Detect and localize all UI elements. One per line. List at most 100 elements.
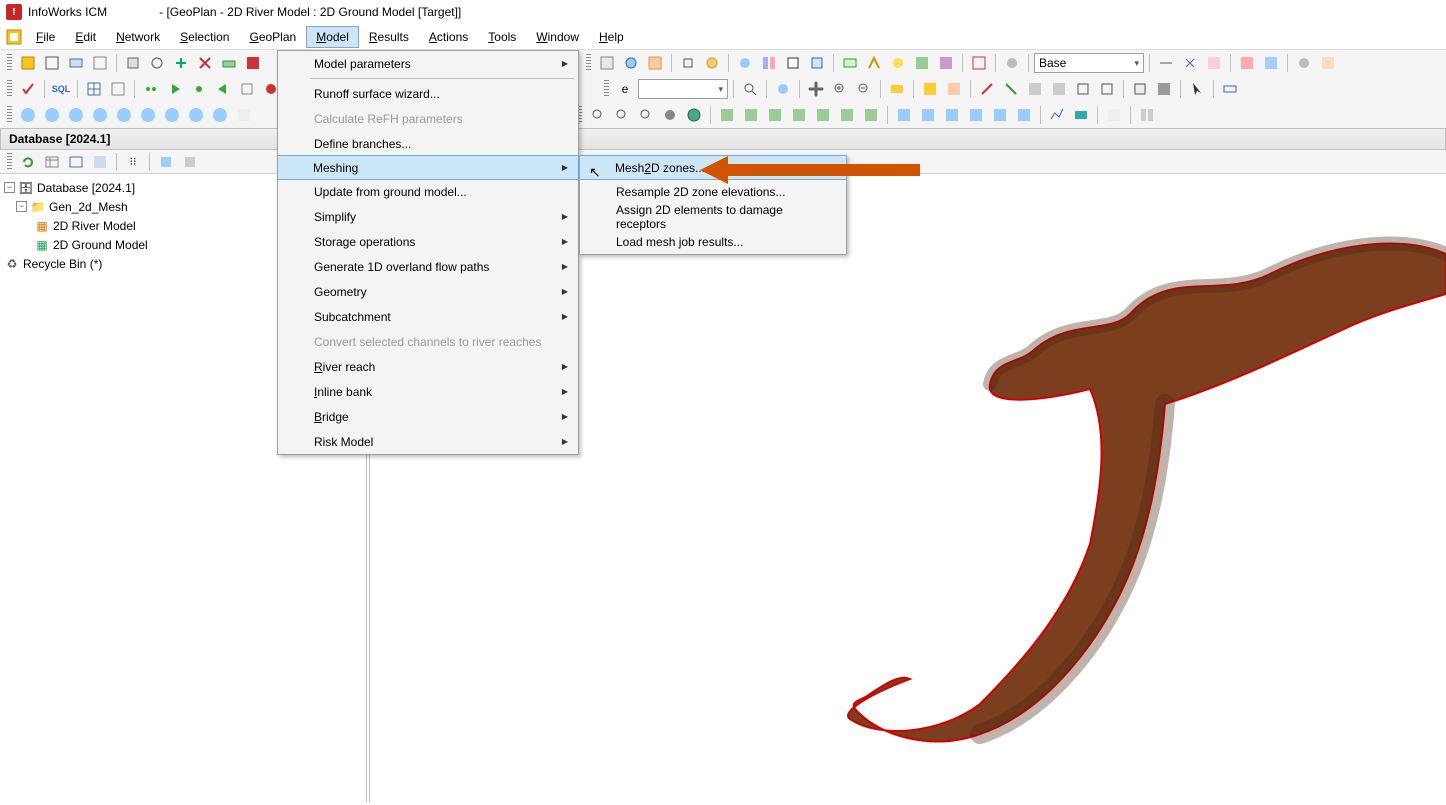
tb-icon[interactable] [611,104,633,126]
pan-icon[interactable] [805,78,827,100]
tb-icon[interactable] [1013,104,1035,126]
stop-icon[interactable] [137,104,159,126]
tb-icon[interactable] [1260,52,1282,74]
tb-icon[interactable] [1024,78,1046,100]
menu-model[interactable]: Model [306,26,359,48]
tb-icon[interactable] [1046,104,1068,126]
tb-icon[interactable] [1153,78,1175,100]
tb-icon[interactable] [644,52,666,74]
zoom-in-icon[interactable] [829,78,851,100]
refresh-icon[interactable] [17,151,39,173]
menu-overland[interactable]: Generate 1D overland flow paths [278,254,578,279]
menu-risk-model[interactable]: Risk Model [278,429,578,454]
play-icon[interactable] [89,104,111,126]
menu-meshing[interactable]: Meshing [277,155,579,180]
grid-icon[interactable] [83,78,105,100]
tb-icon[interactable] [107,78,129,100]
tb-icon[interactable]: e [614,78,636,100]
tb-icon[interactable] [155,151,177,173]
menu-network[interactable]: Network [106,26,170,48]
menu-geometry[interactable]: Geometry [278,279,578,304]
tb-icon[interactable] [965,104,987,126]
menu-bridge[interactable]: Bridge [278,404,578,429]
tb-icon[interactable] [989,104,1011,126]
menu-load-mesh-job[interactable]: Load mesh job results... [580,229,846,254]
menu-assign-2d[interactable]: Assign 2D elements to damage receptors [580,204,846,229]
tb-icon[interactable] [1072,78,1094,100]
menu-window[interactable]: Window [526,26,589,48]
play-fwd-icon[interactable] [185,104,207,126]
tb-icon[interactable] [860,104,882,126]
tb-icon[interactable] [65,151,87,173]
rec-icon[interactable] [113,104,135,126]
tb-icon[interactable] [1136,104,1158,126]
tb-icon[interactable] [782,52,804,74]
tb-icon[interactable] [806,52,828,74]
tb-icon[interactable] [1103,104,1125,126]
tb-icon[interactable] [1236,52,1258,74]
tb-icon[interactable]: ⁝⁝ [122,151,144,173]
tb-icon[interactable] [1000,78,1022,100]
tb-icon[interactable] [179,151,201,173]
tb-icon[interactable] [1219,78,1241,100]
search-icon[interactable] [739,78,761,100]
tb-icon[interactable] [893,104,915,126]
zoom-out-icon[interactable] [853,78,875,100]
zoom-extents-icon[interactable] [587,104,609,126]
tb-icon[interactable] [863,52,885,74]
tb-icon[interactable] [1203,52,1225,74]
tb-icon[interactable] [701,52,723,74]
play-end-icon[interactable] [209,104,231,126]
toolbar-grip[interactable] [7,54,12,72]
tb-icon[interactable] [233,104,255,126]
tb-icon[interactable] [236,78,258,100]
tb-icon[interactable] [836,104,858,126]
tb-icon[interactable] [89,52,111,74]
menu-inline-bank[interactable]: Inline bank [278,379,578,404]
tb-icon[interactable] [911,52,933,74]
tb-icon[interactable] [596,52,618,74]
tb-icon[interactable] [917,104,939,126]
tb-icon[interactable] [788,104,810,126]
tb-icon[interactable] [941,104,963,126]
tb-icon[interactable] [89,151,111,173]
tb-icon[interactable] [194,52,216,74]
menu-help[interactable]: Help [589,26,634,48]
tb-icon[interactable] [659,104,681,126]
play-next-icon[interactable] [161,104,183,126]
menu-geoplan[interactable]: GeoPlan [239,26,306,48]
pointer-icon[interactable] [1186,78,1208,100]
menu-model-parameters[interactable]: Model parameters [278,51,578,76]
menu-define-branches[interactable]: Define branches... [278,131,578,156]
menu-storage[interactable]: Storage operations [278,229,578,254]
tb-icon[interactable] [1129,78,1151,100]
tb-icon[interactable] [65,52,87,74]
tb-icon[interactable] [976,78,998,100]
tb-icon[interactable] [812,104,834,126]
menu-river-reach[interactable]: River reach [278,354,578,379]
tb-icon[interactable] [919,78,941,100]
menu-file[interactable]: File [26,26,65,48]
tb-icon[interactable] [935,52,957,74]
tb-icon[interactable] [41,52,63,74]
tb-icon[interactable] [146,52,168,74]
collapse-icon[interactable]: − [16,201,27,212]
tb-icon[interactable] [218,52,240,74]
tb-icon[interactable] [886,78,908,100]
menu-tools[interactable]: Tools [478,26,526,48]
menu-edit[interactable]: Edit [65,26,106,48]
tb-icon[interactable] [740,104,762,126]
tb-icon[interactable] [734,52,756,74]
tb-icon[interactable] [1001,52,1023,74]
tb-icon[interactable] [212,78,234,100]
tb-icon[interactable] [1048,78,1070,100]
tb-icon[interactable] [716,104,738,126]
tb-icon[interactable] [677,52,699,74]
tb-icon[interactable] [635,104,657,126]
play-start-icon[interactable] [17,104,39,126]
menu-actions[interactable]: Actions [419,26,478,48]
tb-icon[interactable] [122,52,144,74]
tb-icon[interactable] [17,52,39,74]
tb-icon[interactable] [1293,52,1315,74]
tb-icon[interactable] [1179,52,1201,74]
